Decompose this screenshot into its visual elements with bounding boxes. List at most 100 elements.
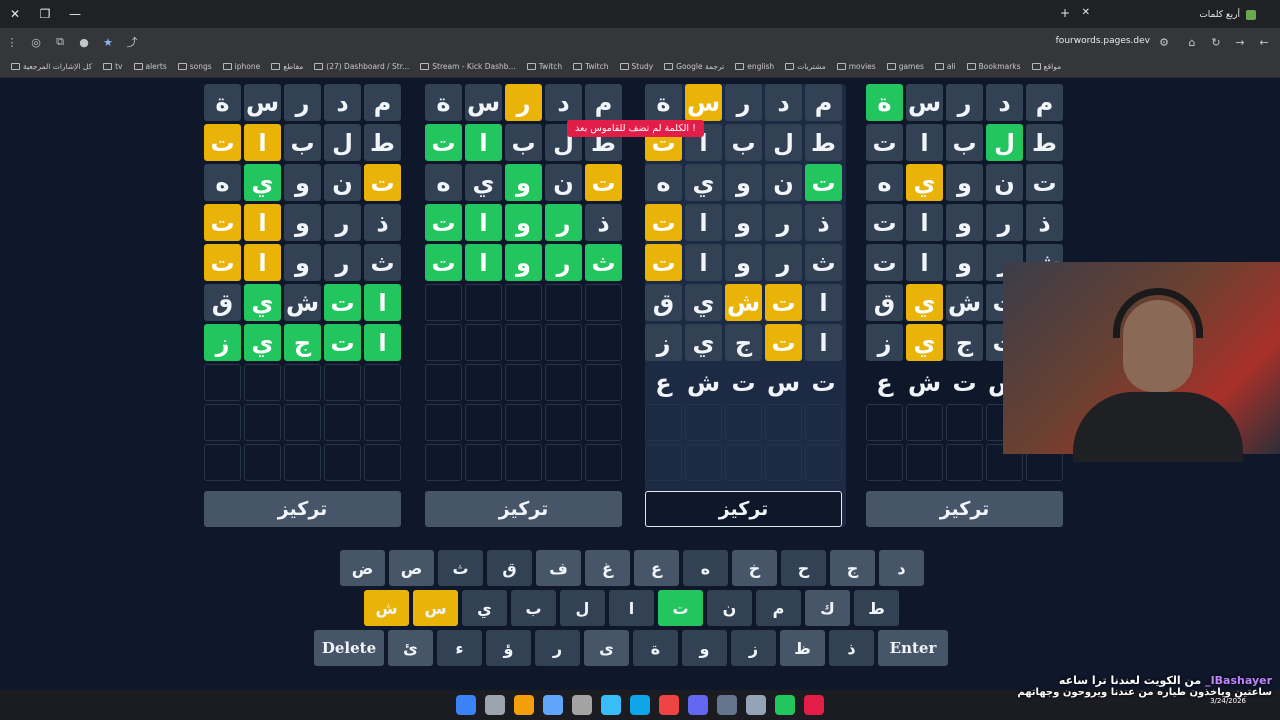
letter-key[interactable]: د — [879, 550, 924, 586]
extensions-icon[interactable]: ⧉ — [48, 30, 72, 54]
enter-key[interactable]: Enter — [878, 630, 948, 666]
back-icon[interactable]: ← — [1252, 30, 1276, 54]
bookmark-item[interactable]: مواقع — [1031, 62, 1061, 71]
letter-key[interactable]: ض — [340, 550, 385, 586]
delete-key[interactable]: Delete — [314, 630, 384, 666]
bookmark-item[interactable]: Bookmarks — [966, 62, 1021, 71]
letter-key[interactable]: ؤ — [486, 630, 531, 666]
folder-icon — [420, 63, 430, 70]
letter-key[interactable]: ك — [805, 590, 850, 626]
letter-key[interactable]: م — [756, 590, 801, 626]
chrome-icon[interactable] — [659, 695, 679, 715]
bookmark-item[interactable]: Stream - Kick Dashb... — [420, 62, 516, 71]
focus-button[interactable]: تركيز — [866, 491, 1063, 527]
start-icon[interactable] — [456, 695, 476, 715]
guess-row — [204, 404, 405, 441]
bookmark-item[interactable]: tv — [103, 62, 123, 71]
bookmark-item[interactable]: alerts — [133, 62, 167, 71]
letter-key[interactable]: ئ — [388, 630, 433, 666]
letter-key[interactable]: ط — [854, 590, 899, 626]
letter-key[interactable]: غ — [585, 550, 630, 586]
letter-tile: ا — [244, 244, 281, 281]
xbox-icon[interactable] — [775, 695, 795, 715]
forward-icon[interactable]: → — [1228, 30, 1252, 54]
store-icon[interactable] — [543, 695, 563, 715]
letter-key[interactable]: ر — [535, 630, 580, 666]
letter-key[interactable]: ي — [462, 590, 507, 626]
letter-key[interactable]: ل — [560, 590, 605, 626]
bookmark-item[interactable]: ali — [934, 62, 956, 71]
bookmark-item[interactable]: movies — [836, 62, 876, 71]
edge-icon[interactable] — [630, 695, 650, 715]
word-board: ة س ر د م ت ا ب ل ط ه ي و ن ت ت ا و ر ذ ت ا و ر ث تركيز — [425, 84, 626, 527]
letter-key[interactable]: ذ — [829, 630, 874, 666]
guess-row: عشتست — [645, 364, 846, 401]
letter-key[interactable]: ت — [658, 590, 703, 626]
menu-icon[interactable]: ⋮ — [0, 30, 24, 54]
bookmark-item[interactable]: Twitch — [573, 62, 609, 71]
app-icon[interactable] — [717, 695, 737, 715]
letter-key[interactable]: ث — [438, 550, 483, 586]
bookmark-item[interactable]: english — [735, 62, 774, 71]
discord-icon[interactable] — [688, 695, 708, 715]
letter-tile: ذ — [805, 204, 842, 241]
letter-key[interactable]: ه — [683, 550, 728, 586]
bookmarks-bar: كل الإشارات المرجعية tv alerts songs iphone م… — [0, 56, 1280, 78]
letter-key[interactable]: خ — [732, 550, 777, 586]
restore-window-icon[interactable]: ❐ — [30, 0, 60, 28]
letter-key[interactable]: ف — [536, 550, 581, 586]
bookmark-item[interactable]: Study — [619, 62, 653, 71]
bookmark-item[interactable]: games — [886, 62, 924, 71]
letter-tile — [364, 444, 401, 481]
app-icon[interactable] — [746, 695, 766, 715]
file-explorer-icon[interactable] — [514, 695, 534, 715]
bookmark-label: alerts — [145, 62, 167, 71]
minimize-window-icon[interactable]: — — [60, 0, 90, 28]
letter-key[interactable]: ع — [634, 550, 679, 586]
letter-key[interactable]: س — [413, 590, 458, 626]
letter-key[interactable]: ج — [830, 550, 875, 586]
reload-icon[interactable]: ↻ — [1204, 30, 1228, 54]
letter-key[interactable]: ز — [731, 630, 776, 666]
settings-icon[interactable] — [572, 695, 592, 715]
bookmark-item[interactable]: songs — [177, 62, 212, 71]
bookmark-item[interactable]: مشتريات — [785, 62, 826, 71]
letter-key[interactable]: ة — [633, 630, 678, 666]
letter-key[interactable]: ا — [609, 590, 654, 626]
focus-button[interactable]: تركيز — [645, 491, 842, 527]
profile-icon[interactable]: ◎ — [24, 30, 48, 54]
focus-button[interactable]: تركيز — [425, 491, 622, 527]
share-icon[interactable]: ⤴ — [120, 30, 144, 54]
letter-key[interactable]: ء — [437, 630, 482, 666]
close-window-icon[interactable]: ✕ — [0, 0, 30, 28]
new-tab-icon[interactable]: + — [1060, 6, 1070, 20]
bookmark-item[interactable]: (27) Dashboard / Str... — [314, 62, 409, 71]
home-icon[interactable]: ⌂ — [1180, 30, 1204, 54]
letter-key[interactable]: ح — [781, 550, 826, 586]
star-icon[interactable]: ★ — [96, 30, 120, 54]
letter-tile: ي — [244, 164, 281, 201]
obs-icon[interactable] — [804, 695, 824, 715]
letter-key[interactable]: ى — [584, 630, 629, 666]
bookmark-item[interactable]: iphone — [222, 62, 260, 71]
address-bar[interactable]: fourwords.pages.dev — [1056, 36, 1150, 46]
focus-button[interactable]: تركيز — [204, 491, 401, 527]
task-view-icon[interactable] — [485, 695, 505, 715]
letter-tile: ه — [204, 164, 241, 201]
steam-icon[interactable] — [601, 695, 621, 715]
letter-key[interactable]: ظ — [780, 630, 825, 666]
letter-key[interactable]: ن — [707, 590, 752, 626]
letter-key[interactable]: ب — [511, 590, 556, 626]
letter-key[interactable]: ش — [364, 590, 409, 626]
bookmark-item[interactable]: Twitch — [526, 62, 562, 71]
bookmark-item[interactable]: كل الإشارات المرجعية — [11, 62, 92, 71]
browser-tab[interactable]: أربع كلمات — [1086, 4, 1256, 26]
bookmark-item[interactable]: مقاطع — [271, 62, 303, 71]
bookmark-item[interactable]: Google ترجمة — [664, 62, 724, 71]
letter-key[interactable]: ص — [389, 550, 434, 586]
letter-tile — [465, 404, 502, 441]
letter-key[interactable]: و — [682, 630, 727, 666]
letter-key[interactable]: ق — [487, 550, 532, 586]
extension-icon[interactable]: ● — [72, 30, 96, 54]
site-settings-icon[interactable]: ⚙ — [1152, 30, 1176, 54]
